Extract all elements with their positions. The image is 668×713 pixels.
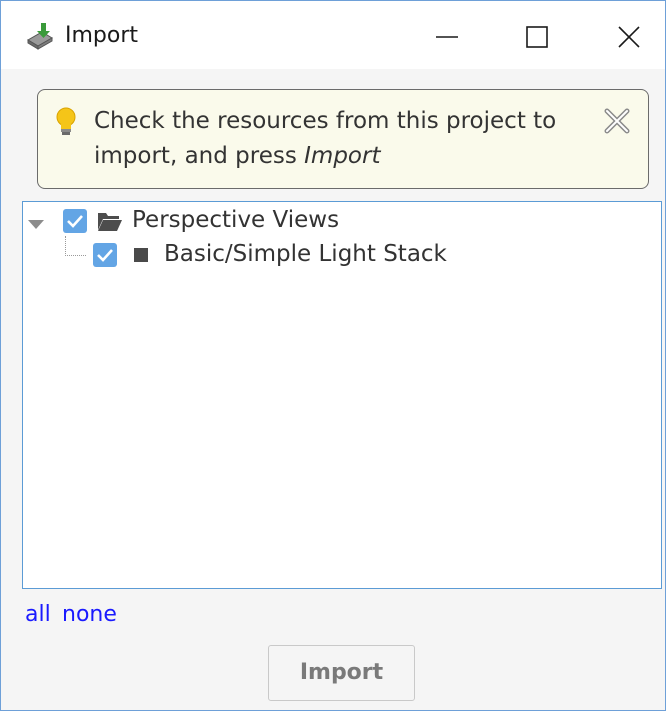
tree-node-perspective-views[interactable]: Perspective Views bbox=[23, 204, 661, 238]
checkbox-basic-simple-light-stack[interactable] bbox=[93, 243, 117, 267]
checkbox-perspective-views[interactable] bbox=[63, 209, 87, 233]
minimize-icon bbox=[436, 36, 458, 38]
maximize-icon bbox=[526, 26, 548, 48]
resource-tree[interactable]: Perspective Views Basic/Simple Light Sta… bbox=[22, 201, 662, 589]
lightbulb-icon bbox=[54, 106, 78, 138]
tree-node-basic-simple-light-stack[interactable]: Basic/Simple Light Stack bbox=[23, 236, 661, 272]
tree-node-label: Perspective Views bbox=[132, 207, 340, 233]
tree-node-label: Basic/Simple Light Stack bbox=[164, 241, 447, 267]
tree-connector bbox=[65, 236, 86, 256]
info-banner: Check the resources from this project to… bbox=[37, 89, 649, 189]
select-all-link[interactable]: all bbox=[25, 602, 51, 627]
banner-message: Check the resources from this project to… bbox=[94, 104, 574, 174]
import-dialog: Import Check the resources from this pro… bbox=[0, 0, 666, 711]
view-icon bbox=[134, 248, 148, 262]
folder-open-icon bbox=[97, 210, 123, 232]
close-button[interactable] bbox=[599, 15, 659, 59]
import-icon bbox=[25, 21, 55, 51]
minimize-button[interactable] bbox=[417, 15, 477, 59]
window-title: Import bbox=[65, 23, 139, 48]
import-button[interactable]: Import bbox=[268, 645, 415, 701]
close-icon bbox=[618, 26, 640, 48]
banner-emphasis: Import bbox=[304, 143, 381, 169]
select-none-link[interactable]: none bbox=[62, 602, 117, 627]
title-bar[interactable]: Import bbox=[1, 1, 665, 69]
maximize-button[interactable] bbox=[507, 15, 567, 59]
dismiss-icon[interactable] bbox=[604, 108, 630, 134]
expand-arrow-icon[interactable] bbox=[27, 216, 45, 229]
